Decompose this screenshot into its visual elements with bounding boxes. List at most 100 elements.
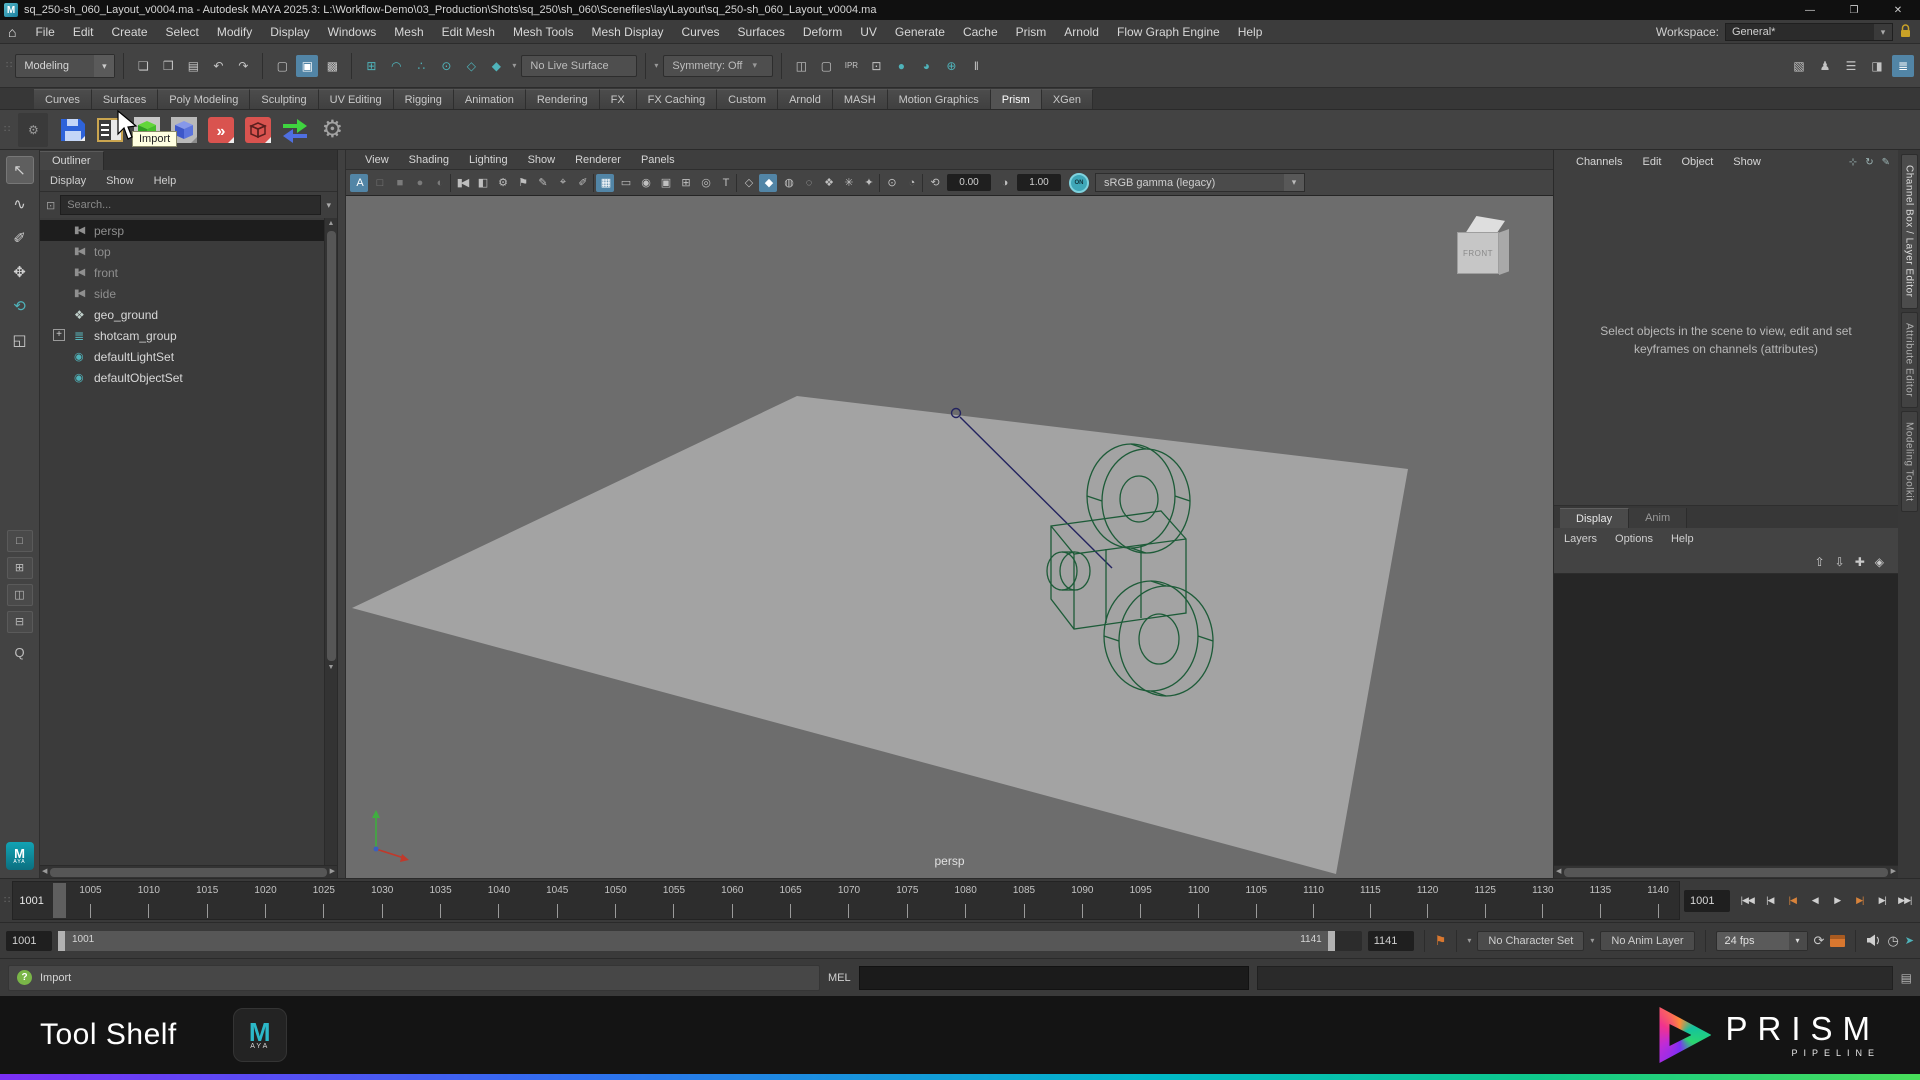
undo-icon[interactable]: ↶ bbox=[207, 55, 229, 77]
chevron-down-icon[interactable]: ▾ bbox=[654, 61, 658, 70]
layer-list-area[interactable] bbox=[1554, 574, 1898, 865]
step-forward-key-icon[interactable]: ▶| bbox=[1849, 890, 1872, 912]
open-scene-icon[interactable]: ❒ bbox=[157, 55, 179, 77]
single-pane-layout-icon[interactable]: □ bbox=[6, 529, 33, 552]
home-icon[interactable]: ⌂ bbox=[8, 24, 16, 40]
chevron-down-icon[interactable]: ▾ bbox=[326, 200, 331, 211]
viewport-menu-item[interactable]: Renderer bbox=[566, 154, 630, 166]
scrollbar-thumb[interactable] bbox=[326, 231, 336, 661]
shelf-tab[interactable]: Surfaces bbox=[91, 89, 159, 109]
snap-to-curve-icon[interactable]: ◠ bbox=[385, 55, 407, 77]
grease-pencil-icon[interactable]: ✎ bbox=[533, 174, 551, 192]
shelf-tab[interactable]: Curves bbox=[34, 89, 92, 109]
pin-panel-icon[interactable]: ✎ bbox=[1882, 157, 1890, 168]
playback-loop-icon[interactable]: ⟳ bbox=[1814, 933, 1825, 949]
menu-item[interactable]: Surfaces bbox=[729, 25, 794, 39]
viewport-menu-item[interactable]: Lighting bbox=[460, 154, 517, 166]
maximize-button[interactable]: ❐ bbox=[1832, 0, 1876, 20]
chevron-down-icon[interactable]: ▾ bbox=[753, 60, 758, 71]
menu-item[interactable]: Deform bbox=[794, 25, 851, 39]
step-forward-frame-icon[interactable]: ▶| bbox=[1871, 890, 1894, 912]
lasso-tool-icon[interactable]: ∿ bbox=[6, 190, 34, 218]
wireframe-icon[interactable]: ◇ bbox=[739, 174, 757, 192]
select-component-icon[interactable]: ▩ bbox=[321, 55, 343, 77]
field-chart-icon[interactable]: ⊞ bbox=[676, 174, 694, 192]
evaluation-mode-icon[interactable]: ➤ bbox=[1905, 934, 1914, 947]
channel-box-toggle-icon[interactable]: ☰ bbox=[1840, 55, 1862, 77]
sidebar-vertical-tab[interactable]: Channel Box / Layer Editor bbox=[1900, 154, 1918, 309]
menu-item[interactable]: Mesh Display bbox=[582, 25, 672, 39]
animation-end-field[interactable]: 1141 bbox=[1367, 930, 1414, 951]
shelf-editor-icon[interactable]: ⚙ bbox=[18, 112, 49, 147]
play-backward-icon[interactable]: ◀ bbox=[1804, 890, 1827, 912]
playback-range[interactable] bbox=[65, 930, 1328, 951]
menu-item[interactable]: Edit bbox=[64, 25, 103, 39]
attribute-editor-toggle-icon[interactable]: ▧ bbox=[1788, 55, 1810, 77]
make-live-icon[interactable]: ◆ bbox=[485, 55, 507, 77]
resolution-gate-icon[interactable]: ◉ bbox=[636, 174, 654, 192]
outliner-menu-item[interactable]: Display bbox=[50, 175, 86, 187]
gamma-field[interactable]: 1.00 bbox=[1017, 174, 1061, 191]
shelf-tab[interactable]: Sculpting bbox=[250, 89, 319, 109]
playblast-icon[interactable] bbox=[1830, 934, 1846, 947]
outliner-item[interactable]: + ▮◀ top bbox=[40, 241, 324, 262]
render-current-frame-icon[interactable]: ● bbox=[890, 55, 912, 77]
film-gate-icon[interactable]: ▭ bbox=[616, 174, 634, 192]
prism-update-icon[interactable] bbox=[280, 115, 310, 145]
layer-editor-menu-item[interactable]: Help bbox=[1671, 533, 1694, 545]
smooth-shade-icon[interactable]: ◆ bbox=[759, 173, 777, 192]
channel-box-menu-item[interactable]: Edit bbox=[1632, 156, 1671, 168]
two-pane-layout-icon[interactable]: ◫ bbox=[6, 583, 33, 606]
exposure-icon[interactable]: ⟲ bbox=[925, 174, 943, 192]
drag-handle-icon[interactable]: ∷ bbox=[6, 60, 13, 71]
range-start-handle[interactable] bbox=[58, 930, 65, 951]
shelf-tab[interactable]: UV Editing bbox=[318, 89, 394, 109]
outliner-item[interactable]: + ◉ defaultLightSet bbox=[40, 346, 324, 367]
outliner-item[interactable]: + ◉ defaultObjectSet bbox=[40, 367, 324, 388]
render-region-icon[interactable]: ⊡ bbox=[865, 55, 887, 77]
select-camera-icon[interactable]: ▮◀ bbox=[453, 174, 471, 192]
annotate-icon[interactable]: ✐ bbox=[573, 174, 591, 192]
menu-item[interactable]: Windows bbox=[319, 25, 386, 39]
shadows-icon[interactable]: ✦ bbox=[859, 174, 877, 192]
sync-panel-icon[interactable]: ↻ bbox=[1865, 157, 1873, 168]
scroll-left-icon[interactable]: ◀ bbox=[42, 866, 47, 878]
ipr-render-icon[interactable]: IPR bbox=[840, 55, 862, 77]
menu-item[interactable]: Mesh bbox=[385, 25, 432, 39]
prism-settings-icon[interactable]: ⚙ bbox=[317, 115, 347, 145]
prism-export-icon[interactable]: » bbox=[206, 115, 236, 145]
view-cube-front-face[interactable]: FRONT bbox=[1457, 232, 1499, 274]
chevron-down-icon[interactable]: ▾ bbox=[94, 54, 115, 77]
paint-select-tool-icon[interactable]: ✐ bbox=[6, 224, 34, 252]
chevron-down-icon[interactable]: ▾ bbox=[512, 61, 516, 70]
playhead[interactable] bbox=[53, 883, 67, 918]
textured-icon[interactable]: ◍ bbox=[779, 174, 797, 192]
panel-splitter[interactable] bbox=[338, 150, 346, 878]
renderer-a-icon[interactable]: A bbox=[350, 173, 368, 192]
menu-item[interactable]: Edit Mesh bbox=[433, 25, 504, 39]
drag-handle-icon[interactable]: ∷ bbox=[4, 124, 11, 135]
shelf-tab[interactable]: Rigging bbox=[393, 89, 454, 109]
shelf-tab[interactable]: Rendering bbox=[525, 89, 600, 109]
viewport-canvas[interactable]: FRONT persp bbox=[346, 196, 1553, 878]
workspace-selector[interactable]: General* ▾ bbox=[1725, 22, 1893, 41]
menu-item[interactable]: Modify bbox=[208, 25, 261, 39]
sidebar-vertical-tab[interactable]: Modeling Toolkit bbox=[1900, 410, 1918, 513]
color-management-toggle[interactable]: ON bbox=[1069, 172, 1089, 193]
snap-zoom-icon[interactable]: ⌖ bbox=[553, 174, 571, 192]
cached-playback-icon[interactable]: ◷ bbox=[1887, 933, 1898, 949]
chevron-down-icon[interactable]: ▾ bbox=[1590, 936, 1594, 945]
outliner-item[interactable]: + ▮◀ persp bbox=[40, 220, 324, 241]
outliner-menu-item[interactable]: Help bbox=[154, 175, 177, 187]
move-tool-icon[interactable]: ✥ bbox=[6, 258, 34, 286]
bookmark-icon[interactable]: ⚑ bbox=[513, 174, 531, 192]
snap-to-view-plane-icon[interactable]: ◇ bbox=[460, 55, 482, 77]
menu-item[interactable]: Curves bbox=[673, 25, 729, 39]
outliner-item[interactable]: + ▮◀ side bbox=[40, 283, 324, 304]
workspace-lock-icon[interactable] bbox=[1899, 24, 1912, 39]
script-editor-icon[interactable]: ▤ bbox=[1901, 971, 1912, 985]
shelf-tab[interactable]: Motion Graphics bbox=[887, 89, 991, 109]
shading-ball-icon[interactable]: ● bbox=[410, 174, 428, 192]
shelf-tab[interactable]: FX Caching bbox=[636, 89, 718, 109]
shelf-tab[interactable]: XGen bbox=[1041, 89, 1093, 109]
